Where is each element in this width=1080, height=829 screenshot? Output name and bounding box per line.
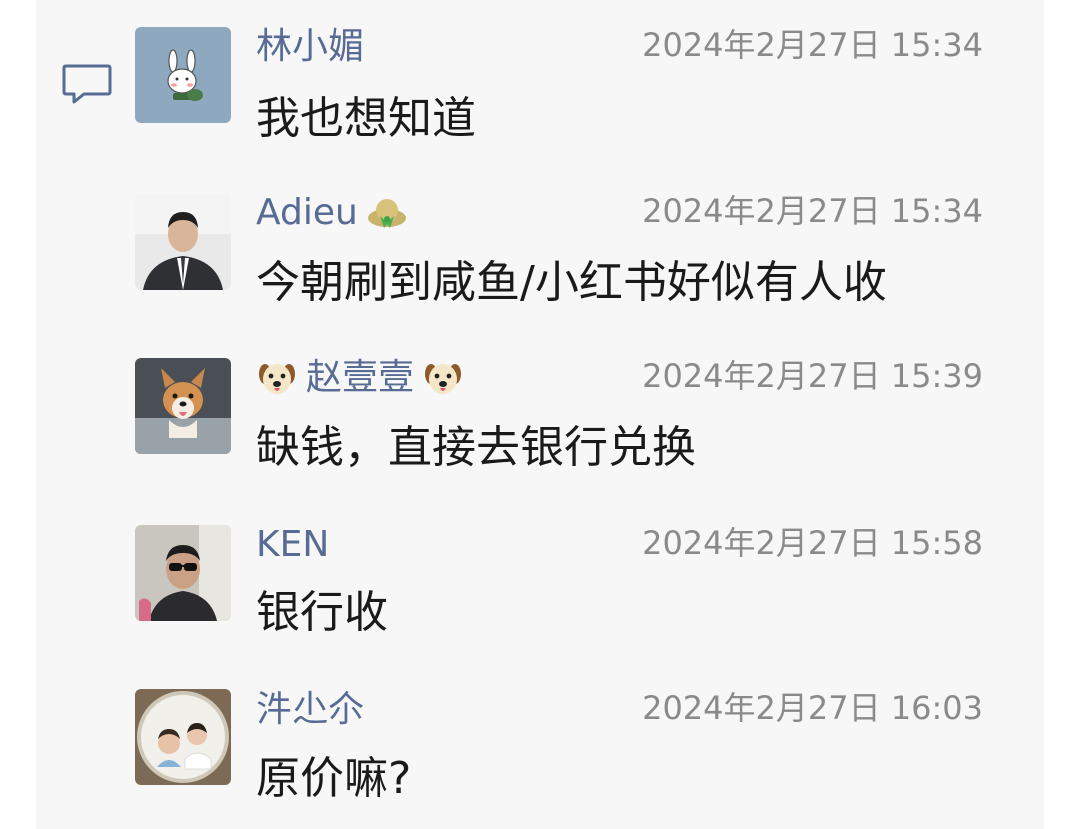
hat-emoji-icon — [367, 199, 406, 228]
dog-face-emoji-icon — [259, 364, 295, 394]
comment-timestamp: 2024年2月27日 15:39 — [642, 357, 983, 395]
man-in-suit-avatar[interactable] — [135, 194, 231, 290]
comment-text: 银行收 — [256, 587, 388, 638]
comment-author[interactable]: 赵壹壹 — [256, 355, 464, 401]
comment-author[interactable]: KEN — [256, 522, 329, 568]
comment-timestamp: 2024年2月27日 16:03 — [642, 689, 983, 727]
comment-text: 原价嘛? — [256, 753, 412, 804]
comment-author[interactable]: 林小媚 — [256, 24, 364, 70]
comment-timestamp: 2024年2月27日 15:34 — [642, 192, 983, 230]
man-sunglasses-avatar[interactable] — [135, 525, 231, 621]
comment-author[interactable]: 汼尐尒 — [256, 687, 364, 733]
comment-text: 今朝刷到咸鱼/小红书好似有人收 — [256, 257, 887, 308]
comment-text: 我也想知道 — [256, 93, 476, 144]
comment-timestamp: 2024年2月27日 15:58 — [642, 524, 983, 562]
comment-timestamp: 2024年2月27日 15:34 — [642, 26, 983, 64]
comment-icon[interactable] — [62, 63, 112, 105]
dog-avatar[interactable] — [135, 358, 231, 454]
comment-author[interactable]: Adieu — [256, 190, 408, 236]
comment-text: 缺钱，直接去银行兑换 — [256, 422, 696, 473]
rabbit-cartoon-avatar[interactable] — [135, 27, 231, 123]
children-avatar[interactable] — [135, 689, 231, 785]
dog-face-emoji-icon — [425, 364, 462, 394]
